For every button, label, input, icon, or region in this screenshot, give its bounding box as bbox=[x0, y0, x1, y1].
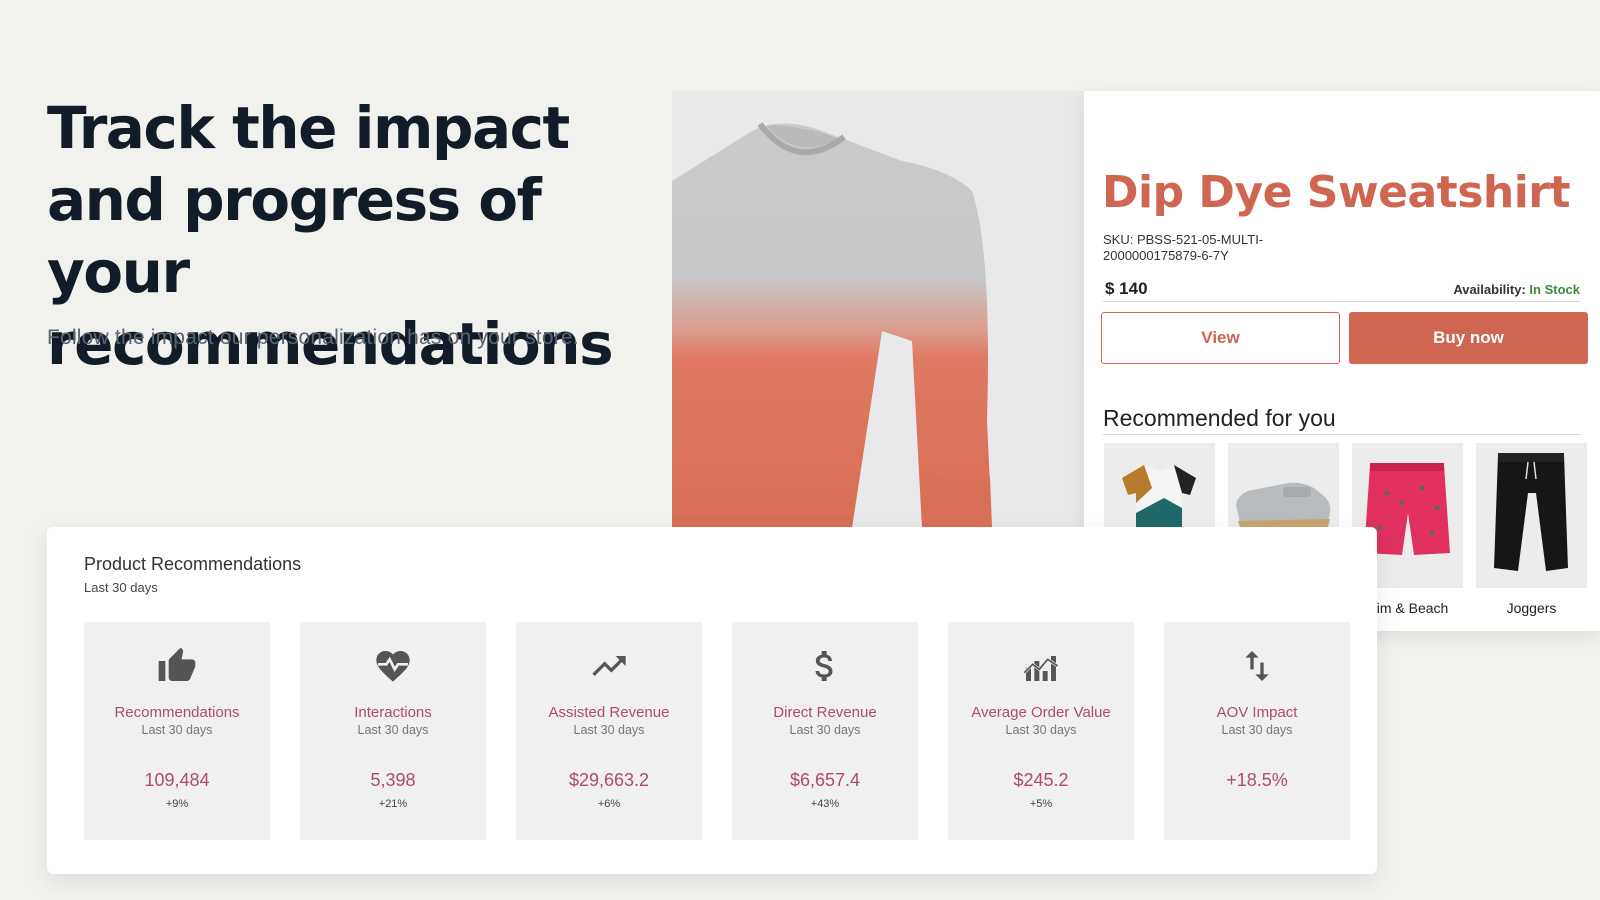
stat-value: $245.2 bbox=[1013, 770, 1069, 790]
stat-value: 109,484 bbox=[144, 770, 210, 790]
stat-label: Direct Revenue bbox=[773, 704, 877, 721]
tshirt-image bbox=[1122, 465, 1196, 533]
product-price: $ 140 bbox=[1105, 279, 1148, 298]
stat-period: Last 30 days bbox=[1221, 723, 1293, 737]
stat-change: +21% bbox=[378, 798, 408, 810]
stat-tile-aov-impact: AOV Impact Last 30 days +18.5% bbox=[1164, 622, 1350, 840]
stats-range: Last 30 days bbox=[84, 580, 158, 595]
stat-tile-assisted-revenue: Assisted Revenue Last 30 days $29,663.2 … bbox=[516, 622, 702, 840]
joggers-image bbox=[1476, 443, 1587, 588]
stat-period: Last 30 days bbox=[141, 723, 213, 737]
stat-label: AOV Impact bbox=[1216, 704, 1298, 721]
stat-value: +18.5% bbox=[1226, 770, 1288, 790]
dollar-icon bbox=[805, 646, 845, 686]
heartbeat-icon bbox=[373, 646, 413, 686]
stat-label: Recommendations bbox=[114, 704, 240, 721]
bar-chart-trend-icon bbox=[1021, 646, 1061, 686]
buy-now-button[interactable]: Buy now bbox=[1349, 312, 1588, 364]
product-image bbox=[672, 91, 1084, 528]
recommended-item-joggers[interactable] bbox=[1476, 443, 1587, 588]
stats-title: Product Recommendations bbox=[84, 554, 302, 574]
trending-up-icon bbox=[589, 646, 629, 686]
swap-vertical-icon bbox=[1237, 646, 1277, 686]
stat-period: Last 30 days bbox=[573, 723, 645, 737]
product-name: Dip Dye Sweatshirt bbox=[1102, 167, 1571, 218]
stat-change: +9% bbox=[165, 798, 189, 810]
stat-change: +6% bbox=[597, 798, 621, 810]
stat-value: 5,398 bbox=[370, 770, 416, 790]
price-row: $ 140 Availability: In Stock bbox=[1103, 279, 1580, 302]
stat-label: Average Order Value bbox=[971, 704, 1111, 721]
stat-label: Interactions bbox=[354, 704, 432, 721]
shoe-image bbox=[1236, 482, 1331, 527]
stat-tile-direct-revenue: Direct Revenue Last 30 days $6,657.4 +43… bbox=[732, 622, 918, 840]
stat-label: Assisted Revenue bbox=[548, 704, 670, 721]
recommended-heading: Recommended for you bbox=[1103, 405, 1581, 435]
availability: Availability: In Stock bbox=[1453, 282, 1580, 297]
hero-subtitle: Follow the impact our personalization ha… bbox=[47, 326, 579, 349]
recommended-item-label: Joggers bbox=[1506, 600, 1557, 616]
stat-period: Last 30 days bbox=[789, 723, 861, 737]
availability-label: Availability: bbox=[1453, 282, 1526, 297]
stats-card: Product Recommendations Last 30 days Rec… bbox=[47, 527, 1377, 874]
product-sku: SKU: PBSS-521-05-MULTI-2000000175879-6-7… bbox=[1103, 232, 1264, 263]
stat-value: $29,663.2 bbox=[568, 770, 650, 790]
stat-tile-interactions: Interactions Last 30 days 5,398 +21% bbox=[300, 622, 486, 840]
view-button[interactable]: View bbox=[1101, 312, 1340, 364]
stat-value: $6,657.4 bbox=[789, 770, 861, 790]
stat-change: +5% bbox=[1029, 798, 1053, 810]
stat-tile-average-order-value: Average Order Value Last 30 days $245.2 … bbox=[948, 622, 1134, 840]
availability-status: In Stock bbox=[1529, 282, 1580, 297]
stat-period: Last 30 days bbox=[357, 723, 429, 737]
stat-period: Last 30 days bbox=[1005, 723, 1077, 737]
stat-change: +43% bbox=[810, 798, 840, 810]
thumbs-up-icon bbox=[157, 646, 197, 686]
stat-tile-recommendations: Recommendations Last 30 days 109,484 +9% bbox=[84, 622, 270, 840]
